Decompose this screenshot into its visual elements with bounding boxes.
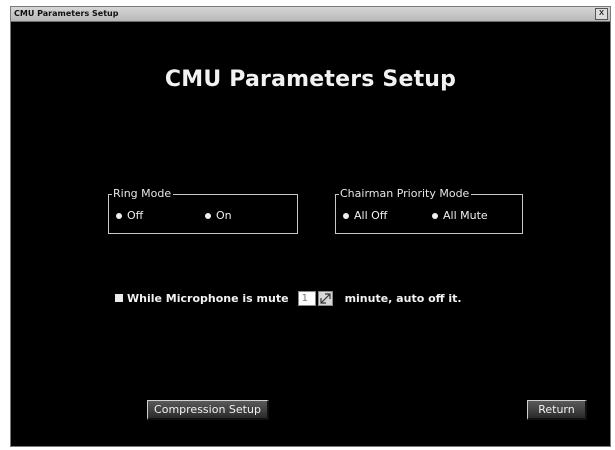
- window: CMU Parameters Setup x CMU Parameters Se…: [10, 6, 611, 447]
- radio-selected-icon: [343, 213, 349, 219]
- spin-arrows-button[interactable]: [317, 290, 333, 306]
- chairman-all-mute-label: All Mute: [443, 209, 488, 222]
- auto-off-checkbox[interactable]: [115, 294, 123, 302]
- minutes-input[interactable]: 1: [297, 290, 316, 306]
- close-button[interactable]: x: [595, 8, 608, 20]
- minutes-stepper: 1: [297, 290, 333, 306]
- page-title: CMU Parameters Setup: [164, 67, 457, 92]
- auto-off-label-after: minute, auto off it.: [344, 291, 462, 305]
- ring-mode-on-label: On: [216, 209, 232, 222]
- chairman-priority-mode-legend: Chairman Priority Mode: [339, 187, 472, 201]
- chairman-all-off-radio[interactable]: All Off: [343, 209, 387, 223]
- compression-setup-button[interactable]: Compression Setup: [147, 400, 269, 420]
- chairman-all-mute-radio[interactable]: All Mute: [432, 209, 488, 223]
- title-bar: CMU Parameters Setup x: [11, 7, 610, 22]
- radio-selected-icon: [205, 213, 211, 219]
- chairman-priority-mode-group: Chairman Priority Mode All Off All Mute: [335, 187, 523, 234]
- chairman-all-off-label: All Off: [354, 209, 388, 222]
- return-button[interactable]: Return: [527, 400, 587, 420]
- radio-selected-icon: [432, 213, 438, 219]
- auto-off-row: While Microphone is mute 1 minute, auto …: [115, 289, 462, 307]
- radio-selected-icon: [116, 213, 122, 219]
- spin-arrows-icon: [319, 292, 331, 304]
- ring-mode-on-radio[interactable]: On: [205, 209, 232, 223]
- ring-mode-group: Ring Mode Off On: [108, 187, 298, 234]
- window-title: CMU Parameters Setup: [14, 9, 119, 18]
- auto-off-label-before: While Microphone is mute: [127, 291, 289, 305]
- ring-mode-off-radio[interactable]: Off: [116, 209, 143, 223]
- ring-mode-legend: Ring Mode: [112, 187, 174, 201]
- close-icon: x: [598, 8, 605, 18]
- ring-mode-off-label: Off: [127, 209, 144, 222]
